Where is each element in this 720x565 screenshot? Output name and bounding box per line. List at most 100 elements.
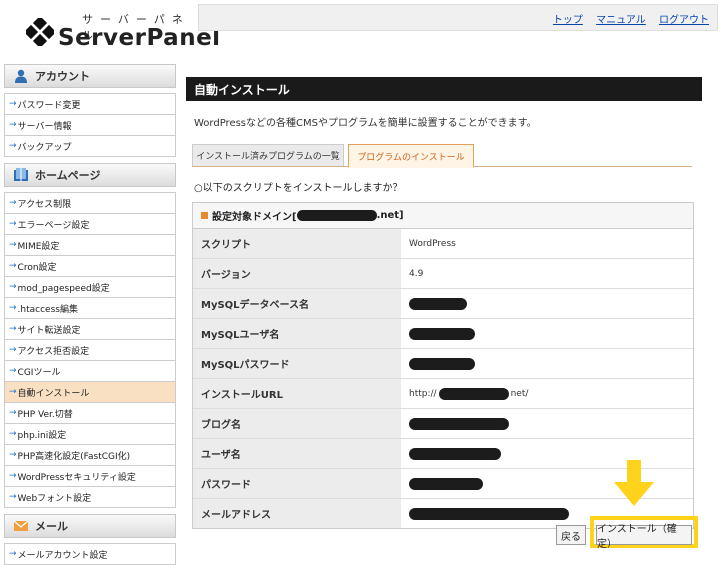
sidebar-item-label: .htaccess編集 [17,304,78,315]
arrow-icon: → [9,366,17,376]
back-button[interactable]: 戻る [556,525,586,545]
manual-link[interactable]: マニュアル [596,15,646,26]
row-value [401,319,693,348]
row-label: パスワード [193,469,401,498]
sidebar-item-label: メールアカウント設定 [17,550,108,561]
book-icon [14,168,28,181]
sidebar-item-access-restriction[interactable]: → アクセス制限 [5,192,175,214]
row-value [401,409,693,438]
tab-installed-programs[interactable]: インストール済みプログラムの一覧 [192,144,344,166]
sidebar-item-mail-account[interactable]: → メールアカウント設定 [5,543,175,565]
sidebar-section-homepage: ホームページ [4,163,176,187]
arrow-icon: → [9,198,17,208]
sidebar-item-label: サーバー情報 [17,121,72,132]
sidebar-item-web-font[interactable]: → Webフォント設定 [5,487,175,508]
row-label: MySQLデータベース名 [193,289,401,318]
sidebar-item-php-version[interactable]: → PHP Ver.切替 [5,403,175,424]
section-title: メール [35,520,68,533]
redacted-value [409,507,569,520]
sidebar-item-label: MIME設定 [17,241,60,252]
row-label: ユーザ名 [193,439,401,468]
table-row: MySQLユーザ名 [193,319,693,349]
arrow-icon: → [9,219,17,229]
sidebar-item-label: PHP Ver.切替 [17,409,73,420]
person-icon [15,69,27,83]
sidebar-item-label: エラーページ設定 [17,220,90,231]
logout-link[interactable]: ログアウト [659,15,709,26]
install-confirm-button[interactable]: インストール（確定） [596,524,692,550]
domain-row: 設定対象ドメイン[ .net] [193,203,693,229]
sidebar-item-cgi-tool[interactable]: → CGIツール [5,361,175,382]
sidebar-item-php-ini[interactable]: → php.ini設定 [5,424,175,445]
sidebar-list-mail: → メールアカウント設定 [4,543,176,565]
table-row: ブログ名 [193,409,693,439]
section-title: アカウント [35,70,90,83]
redacted-domain [296,210,377,221]
tab-bar: インストール済みプログラムの一覧 プログラムのインストール [192,144,692,168]
sidebar-item-access-deny[interactable]: → アクセス拒否設定 [5,340,175,361]
sidebar-item-label: php.ini設定 [17,430,67,441]
sidebar-item-error-page[interactable]: → エラーページ設定 [5,214,175,235]
url-suffix: net/ [510,388,529,399]
serverpanel-logo[interactable]: サーバーパネル ServerPanel [22,10,220,55]
sidebar-item-server-info[interactable]: → サーバー情報 [5,115,175,136]
table-row: MySQLデータベース名 [193,289,693,319]
install-question: ○以下のスクリプトをインストールしますか？ [194,183,403,194]
sidebar-item-label: アクセス制限 [17,199,72,210]
tab-install-program[interactable]: プログラムのインストール [348,144,474,168]
top-nav-bar: トップ マニュアル ログアウト [198,4,718,31]
arrow-icon: → [9,261,17,271]
domain-suffix: .net] [376,210,404,221]
top-link[interactable]: トップ [553,15,583,26]
sidebar-list-account: → パスワード変更 → サーバー情報 → バックアップ [4,93,176,157]
redacted-value [409,357,475,370]
sidebar-item-label: Webフォント設定 [17,493,92,504]
sidebar-list-homepage: → アクセス制限 → エラーページ設定 → MIME設定 → Cron設定 → mod_p… [4,192,176,508]
sidebar-item-label: パスワード変更 [17,100,81,111]
sidebar-item-label: バックアップ [17,142,72,153]
sidebar-item-pagespeed[interactable]: → mod_pagespeed設定 [5,277,175,298]
table-row: MySQLパスワード [193,349,693,379]
sidebar-section-mail: メール [4,514,176,538]
down-arrow-icon [614,460,654,506]
page-title: 自動インストール [186,77,702,101]
sidebar: アカウント → パスワード変更 → サーバー情報 → バックアップ ホームページ → ア… [4,58,176,565]
sidebar-item-htaccess[interactable]: → .htaccess編集 [5,298,175,319]
sidebar-item-password[interactable]: → パスワード変更 [5,93,175,115]
sidebar-item-auto-install[interactable]: → 自動インストール [5,382,175,403]
arrow-icon: → [9,549,17,559]
row-value [401,289,693,318]
row-value: WordPress [409,238,456,249]
arrow-icon: → [9,471,17,481]
row-label: バージョン [193,259,401,288]
sidebar-item-php-fastcgi[interactable]: → PHP高速化設定(FastCGI化) [5,445,175,466]
arrow-icon: → [9,282,17,292]
square-bullet-icon [201,212,208,219]
table-row: インストールURL http:// net/ [193,379,693,409]
sidebar-item-mime[interactable]: → MIME設定 [5,235,175,256]
sidebar-item-backup[interactable]: → バックアップ [5,136,175,157]
arrow-icon: → [9,120,17,130]
sidebar-item-wp-security[interactable]: → WordPressセキュリティ設定 [5,466,175,487]
redacted-value [438,387,509,400]
page-description: WordPressなどの各種CMSやプログラムを簡単に設置することができます。 [194,118,537,129]
table-row: スクリプト WordPress [193,229,693,259]
row-label: メールアドレス [193,499,401,528]
sidebar-item-label: 自動インストール [17,388,90,399]
arrow-icon: → [9,450,17,460]
table-row: バージョン 4.9 [193,259,693,289]
domain-prefix: 設定対象ドメイン[ [212,212,297,223]
sidebar-item-label: アクセス拒否設定 [17,346,90,357]
sidebar-item-label: mod_pagespeed設定 [17,283,110,294]
sidebar-section-account: アカウント [4,64,176,88]
mail-icon [13,520,29,531]
arrow-icon: → [9,141,17,151]
sidebar-item-label: CGIツール [17,367,61,378]
sidebar-item-site-redirect[interactable]: → サイト転送設定 [5,319,175,340]
arrow-icon: → [9,324,17,334]
redacted-value [409,417,509,430]
redacted-value [409,477,483,490]
sidebar-item-cron[interactable]: → Cron設定 [5,256,175,277]
sidebar-item-label: Cron設定 [17,262,57,273]
action-buttons: 戻る インストール（確定） [556,516,706,550]
